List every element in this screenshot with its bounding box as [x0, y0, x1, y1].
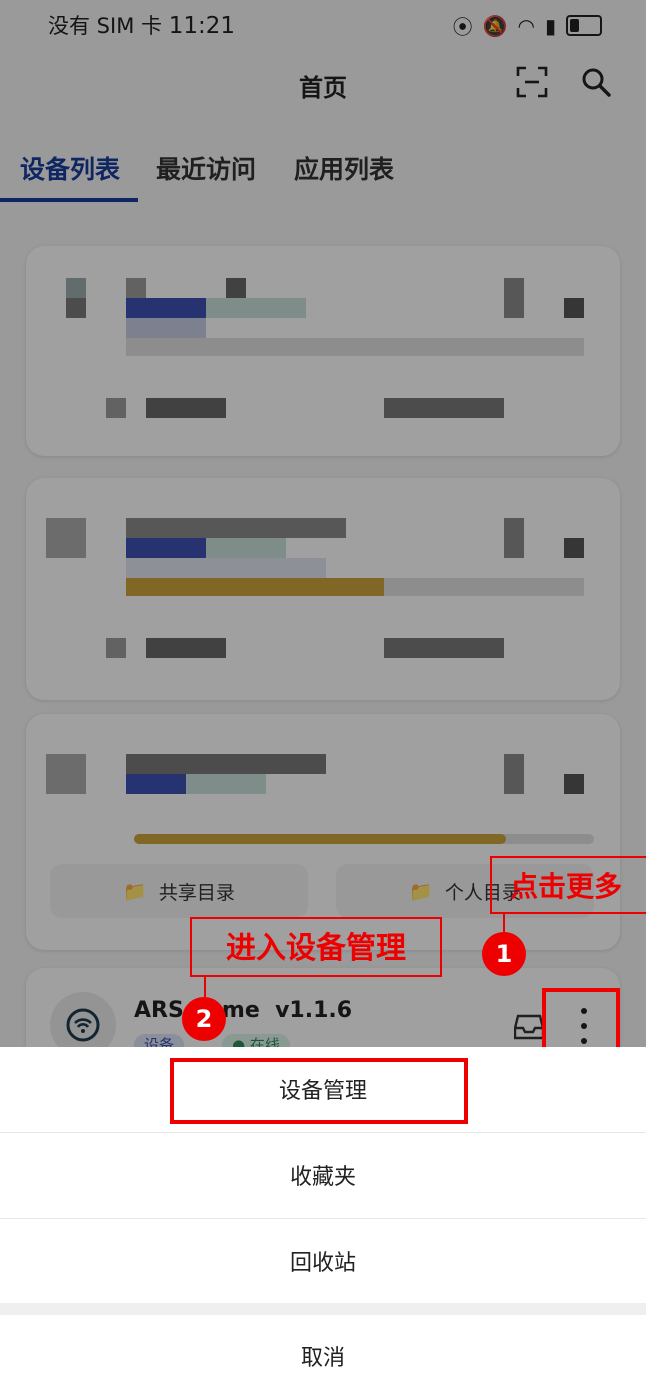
annotation-step1-label: 点击更多 — [490, 856, 646, 914]
annotation-step1-badge: 1 — [482, 932, 526, 976]
annotation-step2-label: 进入设备管理 — [190, 917, 442, 977]
annotation-step1-leader — [503, 914, 505, 932]
annotation-step2-leader — [204, 977, 206, 997]
sheet-item-recycle-bin[interactable]: 回收站 — [0, 1219, 646, 1303]
sheet-cancel-button[interactable]: 取消 — [0, 1317, 646, 1394]
annotation-step2-badge: 2 — [182, 997, 226, 1041]
sheet-gap — [0, 1303, 646, 1315]
sheet-item-favorites[interactable]: 收藏夹 — [0, 1133, 646, 1217]
annotation-device-management-highlight — [170, 1058, 468, 1124]
